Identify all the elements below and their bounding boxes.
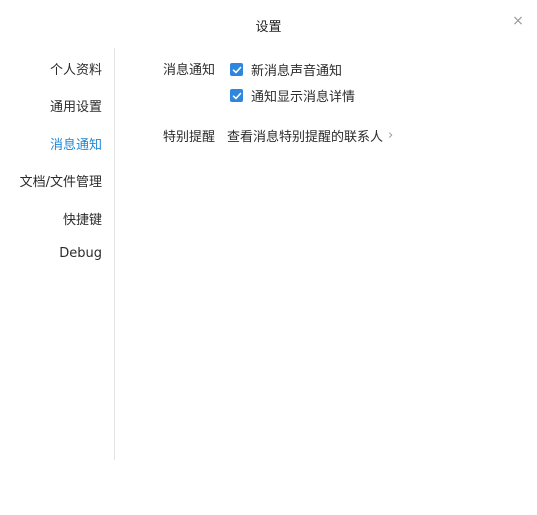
special-reminder-link-text: 查看消息特别提醒的联系人 (227, 130, 384, 145)
sidebar-item-profile[interactable]: 个人资料 (50, 59, 102, 78)
window-title: 设置 (255, 20, 282, 35)
show-details-label: 通知显示消息详情 (251, 90, 356, 105)
settings-sidebar: 个人资料 通用设置 消息通知 文档/文件管理 快捷键 Debug (0, 48, 115, 460)
settings-window: 设置 × 个人资料 通用设置 消息通知 文档/文件管理 快捷键 Debug 消息… (0, 0, 537, 515)
sidebar-item-files[interactable]: 文档/文件管理 (20, 171, 102, 190)
close-button[interactable]: × (510, 13, 526, 29)
settings-content: 消息通知 新消息声音通知 通知显示消息详情 特别提醒 查看消息特别提醒的联系人 … (116, 48, 537, 460)
close-icon: × (512, 13, 524, 29)
title-bar: 设置 × (0, 0, 537, 46)
sidebar-item-notifications[interactable]: 消息通知 (50, 134, 102, 153)
checkmark-icon (232, 92, 241, 99)
show-details-option[interactable]: 通知显示消息详情 (230, 86, 355, 105)
sidebar-item-debug[interactable]: Debug (59, 246, 102, 261)
special-reminder-contacts-link[interactable]: 查看消息特别提醒的联系人 › (227, 126, 393, 145)
chevron-right-icon: › (388, 128, 394, 143)
sidebar-item-shortcuts[interactable]: 快捷键 (63, 209, 102, 228)
checkmark-icon (232, 66, 241, 73)
sound-notification-option[interactable]: 新消息声音通知 (230, 60, 342, 79)
sound-notification-label: 新消息声音通知 (251, 64, 343, 79)
sound-notification-checkbox[interactable] (230, 63, 243, 76)
special-reminder-label: 特别提醒 (163, 130, 216, 145)
notifications-section-label: 消息通知 (163, 63, 216, 78)
sidebar-item-general[interactable]: 通用设置 (50, 96, 102, 115)
watermark (423, 493, 529, 507)
show-details-checkbox[interactable] (230, 89, 243, 102)
